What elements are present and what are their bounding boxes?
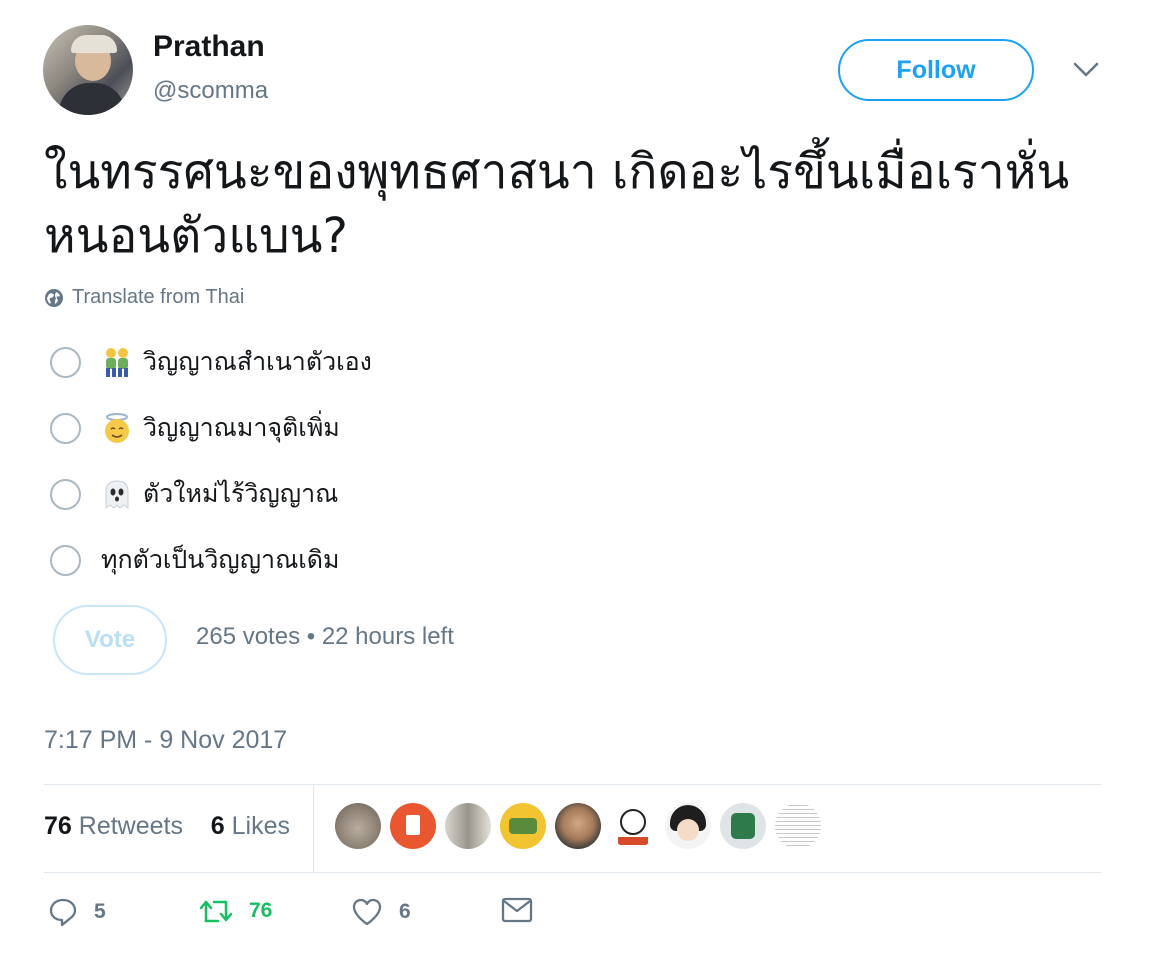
ghost-emoji-icon: [105, 480, 129, 509]
chevron-down-icon[interactable]: [1073, 62, 1099, 78]
retweet-count: 76: [249, 899, 273, 922]
tweet-timestamp[interactable]: 7:17 PM - 9 Nov 2017: [44, 726, 287, 755]
radio-button[interactable]: [50, 346, 81, 378]
user-avatar[interactable]: [43, 25, 133, 115]
user-handle[interactable]: @scomma: [153, 77, 268, 105]
liker-avatar[interactable]: [445, 803, 491, 849]
retweet-icon: [199, 900, 233, 923]
divider: [313, 784, 314, 872]
radio-button[interactable]: [50, 478, 81, 510]
divider: [44, 872, 1101, 873]
like-count: 6: [399, 900, 411, 923]
poll-option-label: ทุกตัวเป็นวิญญาณเดิม: [101, 545, 340, 574]
liker-avatar[interactable]: [555, 803, 601, 849]
vote-button[interactable]: Vote: [53, 605, 167, 675]
poll-option-4[interactable]: ทุกตัวเป็นวิญญาณเดิม: [50, 540, 340, 580]
globe-icon: [45, 288, 63, 307]
poll-meta: 265 votes • 22 hours left: [196, 623, 454, 650]
poll-option-label: วิญญาณมาจุติเพิ่ม: [143, 413, 340, 442]
retweets-count: 76: [44, 812, 72, 840]
liker-avatar[interactable]: [500, 803, 546, 849]
angel-emoji-icon: [105, 413, 129, 443]
likers-avatars: [335, 803, 830, 849]
liker-avatar[interactable]: [335, 803, 381, 849]
poll-option-label: วิญญาณสำเนาตัวเอง: [143, 347, 372, 376]
two-men-emoji-icon: [106, 348, 128, 377]
follow-button[interactable]: Follow: [838, 39, 1034, 101]
likes-count: 6: [210, 812, 225, 840]
poll-option-label: ตัวใหม่ไร้วิญญาณ: [143, 479, 339, 508]
like-action[interactable]: 6: [351, 897, 411, 927]
reply-action[interactable]: 5: [48, 897, 106, 927]
retweet-action[interactable]: 76: [199, 897, 272, 925]
translate-label: Translate from Thai: [72, 286, 245, 308]
reply-count: 5: [94, 900, 106, 923]
heart-icon: [352, 898, 382, 926]
likes-label: Likes: [231, 812, 291, 840]
retweets-label: Retweets: [78, 812, 183, 840]
liker-avatar[interactable]: [390, 803, 436, 849]
user-name[interactable]: Prathan: [153, 30, 265, 64]
radio-button[interactable]: [50, 544, 81, 576]
envelope-icon: [501, 897, 533, 923]
radio-button[interactable]: [50, 412, 81, 444]
liker-avatar[interactable]: [775, 803, 821, 849]
poll-option-3[interactable]: ตัวใหม่ไร้วิญญาณ: [50, 474, 338, 514]
divider: [44, 784, 1101, 785]
liker-avatar[interactable]: [610, 803, 656, 849]
liker-avatar[interactable]: [720, 803, 766, 849]
direct-message-action[interactable]: [501, 897, 549, 923]
tweet-stats: 76 Retweets 6 Likes: [44, 812, 290, 841]
reply-icon: [49, 898, 77, 927]
liker-avatar[interactable]: [665, 803, 711, 849]
poll-option-2[interactable]: วิญญาณมาจุติเพิ่ม: [50, 408, 340, 448]
translate-link[interactable]: Translate from Thai: [44, 286, 244, 309]
poll-option-1[interactable]: วิญญาณสำเนาตัวเอง: [50, 342, 372, 382]
retweets-stat[interactable]: 76 Retweets: [44, 812, 183, 840]
tweet-text: ในทรรศนะของพุทธศาสนา เกิดอะไรขึ้นเมื่อเร…: [44, 144, 1070, 264]
likes-stat[interactable]: 6 Likes: [211, 812, 290, 840]
